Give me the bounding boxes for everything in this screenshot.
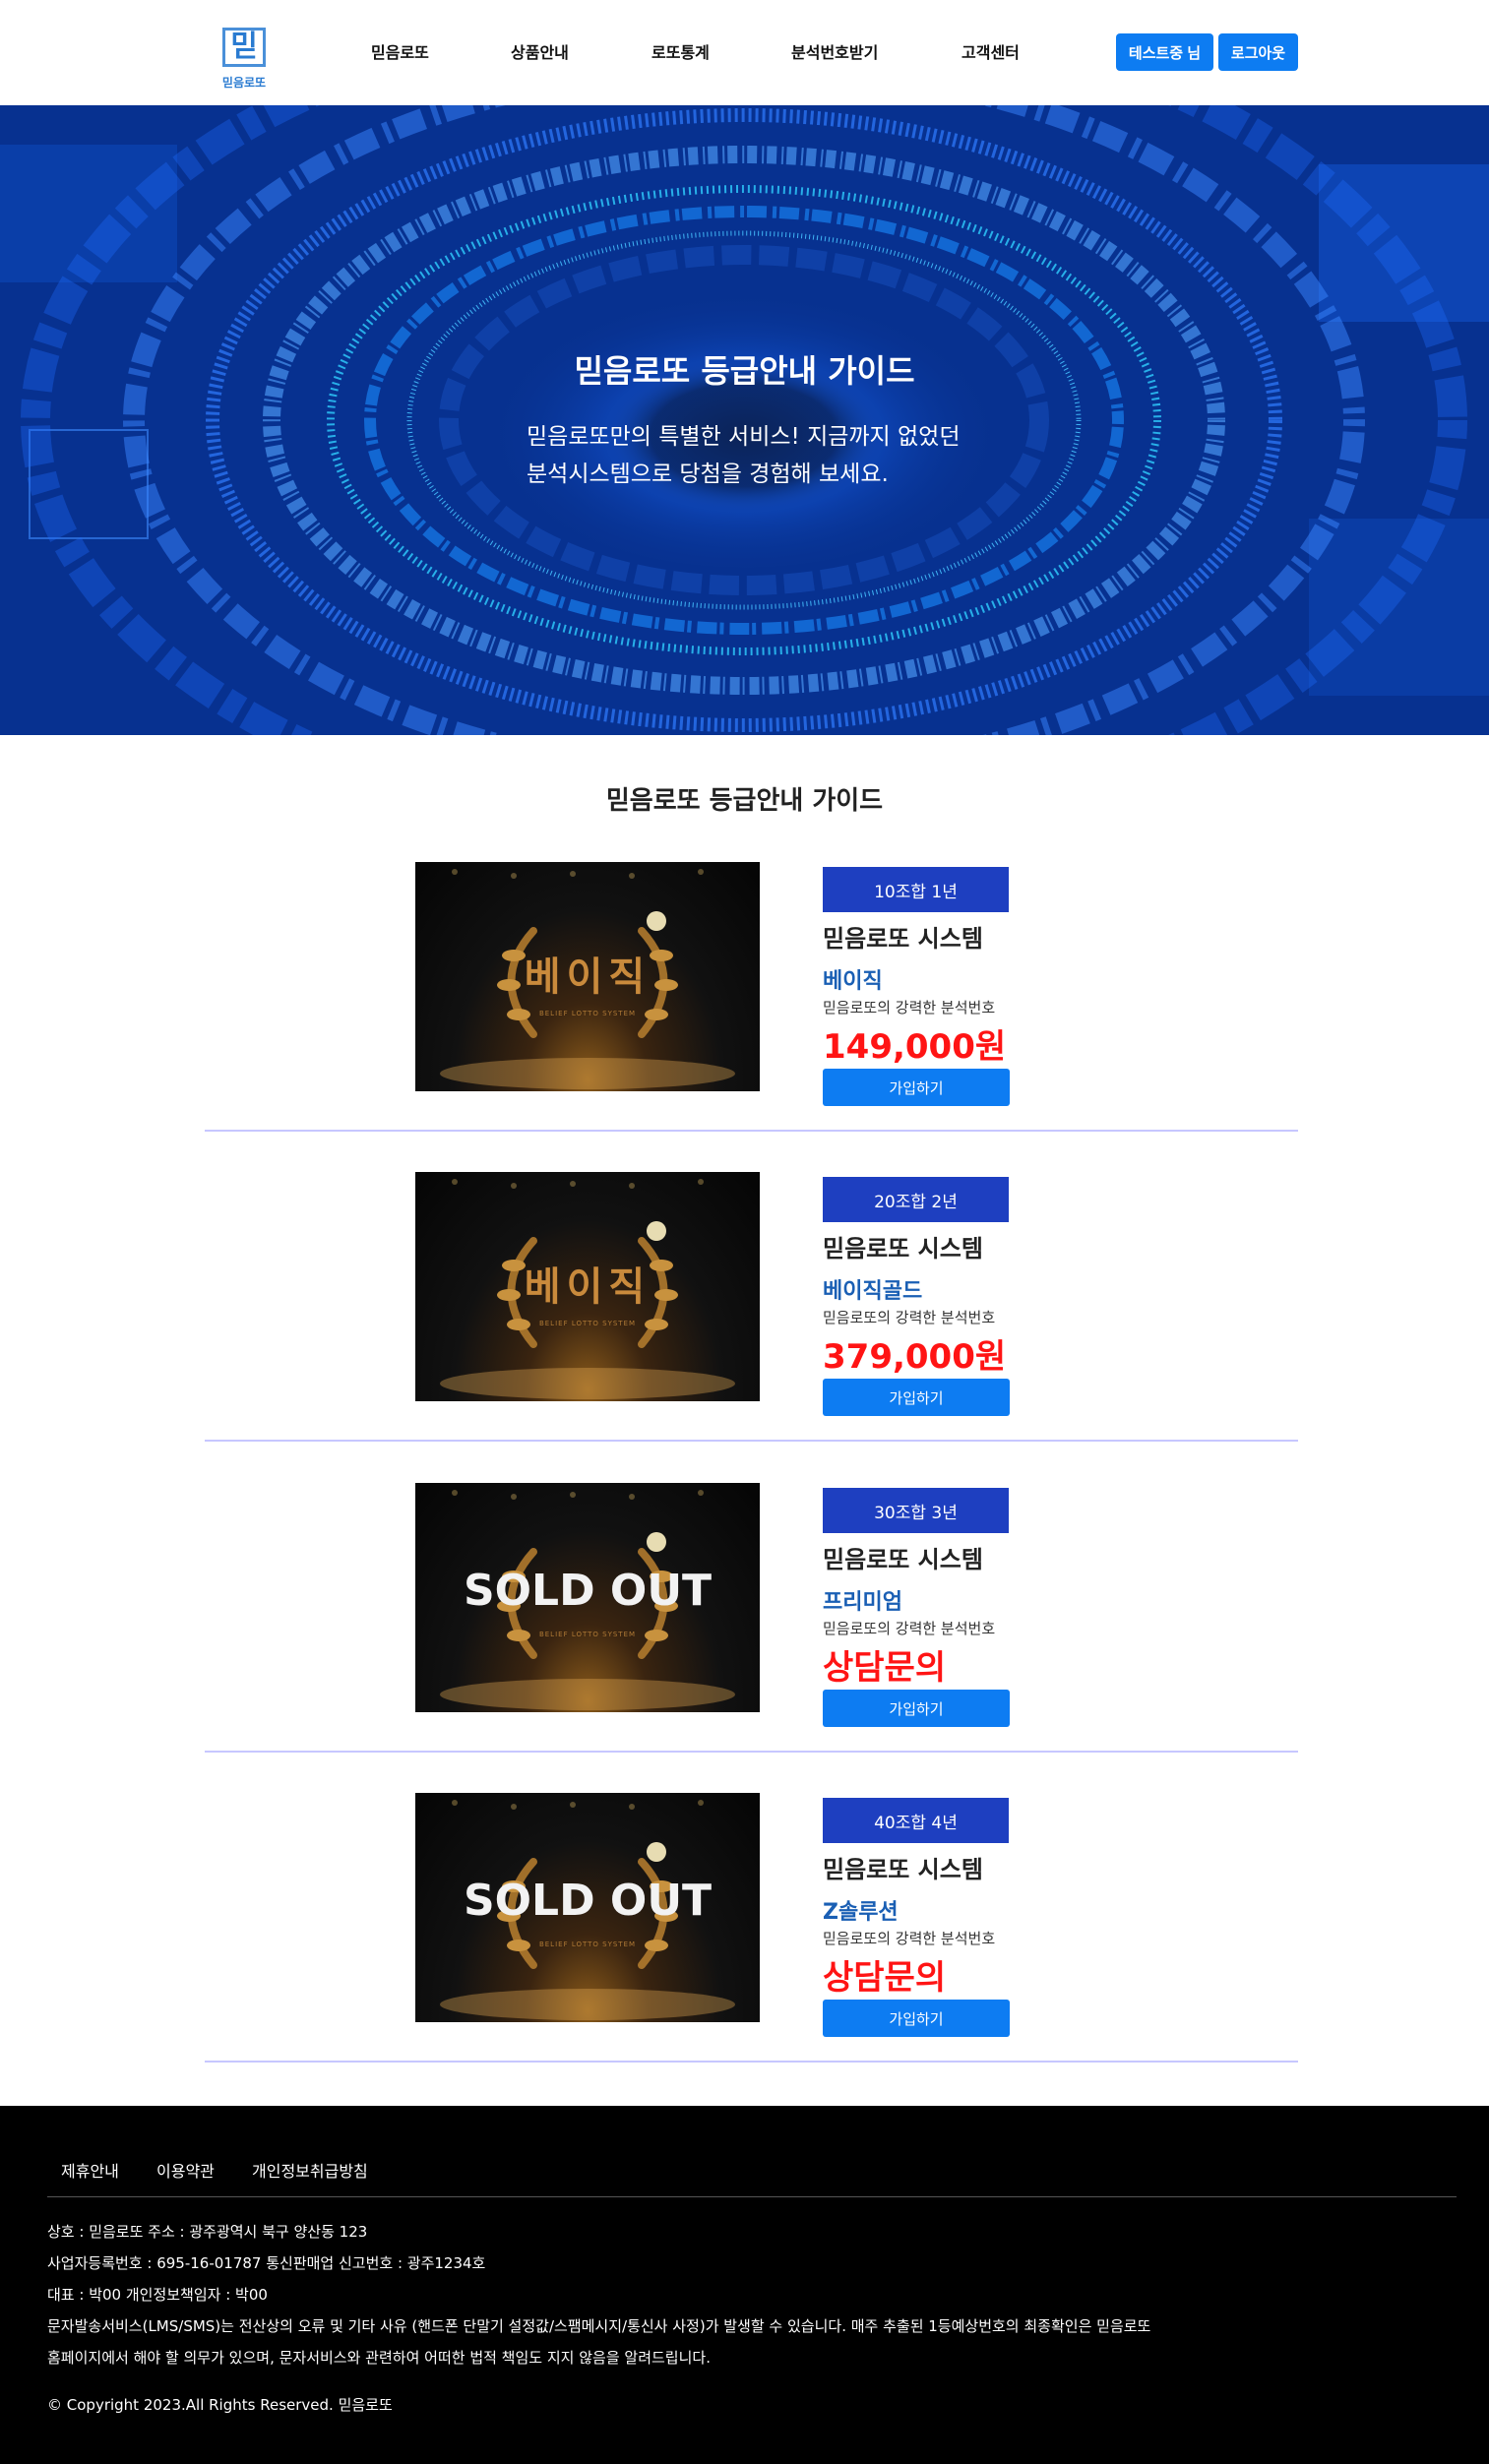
hero-subtitle-line2: 분석시스템으로 당첨을 경험해 보세요. (527, 462, 889, 487)
footer-link-partnership[interactable]: 제휴안내 (61, 2158, 119, 2182)
hero-title: 믿음로또 등급안내 가이드 (574, 352, 915, 390)
nav-item-analysis-numbers[interactable]: 분석번호받기 (791, 39, 878, 63)
product-tag: 10조합 1년 (823, 867, 1009, 912)
site-logo[interactable]: 믿 믿음로또 (218, 28, 270, 92)
product-desc: 믿음로또의 강력한 분석번호 (823, 1309, 996, 1326)
site-footer: 제휴안내 이용약관 개인정보취급방침 상호 : 믿음로또 주소 : 광주광역시 … (0, 2106, 1489, 2464)
user-button[interactable]: 테스트중 님 (1116, 33, 1213, 71)
footer-info-line: 상호 : 믿음로또 주소 : 광주광역시 북구 양산동 123 (47, 2223, 368, 2241)
copyright: © Copyright 2023.All Rights Reserved. 믿음… (47, 2396, 393, 2414)
footer-info-line: 대표 : 박00 개인정보책임자 : 박00 (47, 2286, 268, 2304)
product-desc: 믿음로또의 강력한 분석번호 (823, 1620, 996, 1637)
product-grade: 베이직 (823, 969, 883, 994)
hero-subtitle: 믿음로또만의 특별한 서비스! 지금까지 없었던 분석시스템으로 당첨을 경험해… (527, 418, 961, 493)
product-image-label: SOLD OUT (463, 1876, 713, 1926)
product-card: SOLD OUT BELIEF LOTTO SYSTEM 40조합 4년 믿음로… (205, 1793, 1298, 2063)
product-tag: 30조합 3년 (823, 1488, 1009, 1533)
product-system: 믿음로또 시스템 (823, 1546, 983, 1573)
section-title: 믿음로또 등급안내 가이드 (605, 786, 884, 816)
footer-info-line: 홈페이지에서 해야 할 의무가 있으며, 문자서비스와 관련하여 어떠한 법적 … (47, 2349, 711, 2367)
logo-mark: 믿 (222, 28, 266, 67)
product-image: SOLD OUT BELIEF LOTTO SYSTEM (415, 1483, 760, 1712)
product-image-sublabel: BELIEF LOTTO SYSTEM (538, 1320, 637, 1327)
footer-link-terms[interactable]: 이용약관 (156, 2158, 215, 2182)
logo-text: 믿음로또 (221, 76, 267, 90)
join-button[interactable]: 가입하기 (823, 1069, 1010, 1106)
product-price: 149,000원 (823, 1027, 1007, 1067)
product-price: 379,000원 (823, 1337, 1007, 1377)
product-image: 베이직 BELIEF LOTTO SYSTEM (415, 862, 760, 1091)
product-tag: 40조합 4년 (823, 1798, 1009, 1843)
nav-item-statistics[interactable]: 로또통계 (651, 39, 710, 63)
product-system: 믿음로또 시스템 (823, 1856, 983, 1883)
product-system: 믿음로또 시스템 (823, 1235, 983, 1263)
nav-item-products[interactable]: 상품안내 (511, 39, 569, 63)
hero-banner: 믿음로또 등급안내 가이드 믿음로또만의 특별한 서비스! 지금까지 없었던 분… (0, 105, 1489, 735)
product-image-sublabel: BELIEF LOTTO SYSTEM (538, 1010, 637, 1017)
footer-info-line: 문자발송서비스(LMS/SMS)는 전산상의 오류 및 기타 사유 (핸드폰 단… (47, 2317, 1151, 2335)
nav-item-customer-center[interactable]: 고객센터 (962, 39, 1020, 63)
join-button[interactable]: 가입하기 (823, 1690, 1010, 1727)
product-desc: 믿음로또의 강력한 분석번호 (823, 1930, 996, 1947)
product-image: SOLD OUT BELIEF LOTTO SYSTEM (415, 1793, 760, 2022)
product-image-sublabel: BELIEF LOTTO SYSTEM (538, 1940, 637, 1948)
logo-glyph: 믿 (230, 30, 258, 64)
product-image: 베이직 BELIEF LOTTO SYSTEM (415, 1172, 760, 1401)
site-header: 믿 믿음로또 믿음로또 상품안내 로또통계 분석번호받기 고객센터 테스트중 님… (0, 0, 1489, 105)
product-image-sublabel: BELIEF LOTTO SYSTEM (538, 1631, 637, 1638)
product-grade: 프리미엄 (823, 1590, 902, 1615)
nav-item-belief-lotto[interactable]: 믿음로또 (371, 39, 429, 63)
product-image-label: SOLD OUT (463, 1566, 713, 1616)
product-card: 베이직 BELIEF LOTTO SYSTEM 10조합 1년 믿음로또 시스템… (205, 862, 1298, 1132)
product-grade: 베이직골드 (823, 1279, 923, 1304)
footer-link-privacy[interactable]: 개인정보취급방침 (252, 2158, 368, 2182)
join-button[interactable]: 가입하기 (823, 1379, 1010, 1416)
product-card: SOLD OUT BELIEF LOTTO SYSTEM 30조합 3년 믿음로… (205, 1483, 1298, 1753)
product-tag: 20조합 2년 (823, 1177, 1009, 1222)
product-desc: 믿음로또의 강력한 분석번호 (823, 999, 996, 1016)
product-card: 베이직 BELIEF LOTTO SYSTEM 20조합 2년 믿음로또 시스템… (205, 1172, 1298, 1442)
join-button[interactable]: 가입하기 (823, 2000, 1010, 2037)
product-image-label: 베이직 (524, 955, 651, 1000)
product-image-label: 베이직 (524, 1264, 651, 1310)
logout-button[interactable]: 로그아웃 (1218, 33, 1298, 71)
footer-info-line: 사업자등록번호 : 695-16-01787 통신판매업 신고번호 : 광주12… (47, 2254, 486, 2272)
product-price: 상담문의 (823, 1958, 947, 1998)
footer-divider (47, 2196, 1457, 2197)
product-price: 상담문의 (823, 1648, 947, 1688)
hero-subtitle-line1: 믿음로또만의 특별한 서비스! 지금까지 없었던 (527, 424, 961, 450)
product-system: 믿음로또 시스템 (823, 925, 983, 953)
product-grade: Z솔루션 (823, 1900, 899, 1925)
